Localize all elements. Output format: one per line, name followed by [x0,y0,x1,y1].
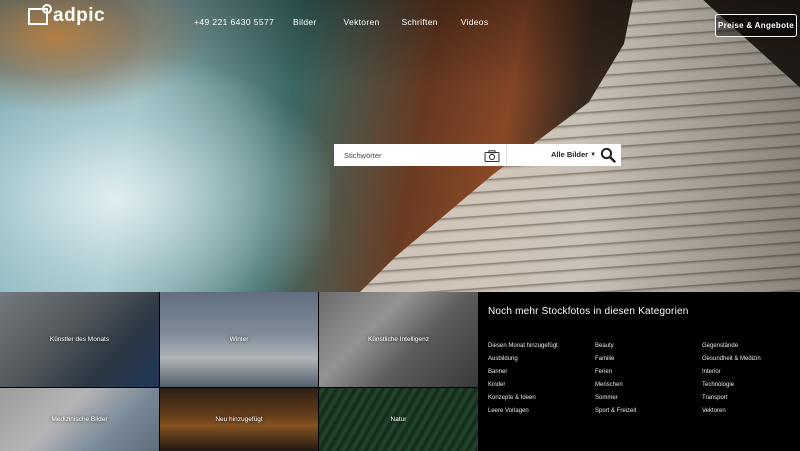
hero-banner: adpic +49 221 6430 5577 Bilder Vektoren … [0,0,800,292]
category-link[interactable]: Diesen Monat hinzugefügt [488,340,558,353]
category-link[interactable]: Ferien [595,366,636,379]
category-link[interactable]: Interior [702,366,761,379]
tile-nature[interactable]: Natur [319,388,478,451]
tile-artist-of-month[interactable]: Künstler des Monats [0,292,159,387]
phone-number[interactable]: +49 221 6430 5577 [194,17,274,27]
category-link[interactable]: Transport [702,392,761,405]
category-link[interactable]: Leere Vorlagen [488,405,558,418]
categories-title: Noch mehr Stockfotos in diesen Kategorie… [488,306,689,317]
category-column-2: Beauty Familie Ferien Menschen Sommer Sp… [595,340,636,418]
category-link[interactable]: Technologie [702,379,761,392]
category-link[interactable]: Gesundheit & Medizin [702,353,761,366]
category-link[interactable]: Vektoren [702,405,761,418]
category-link[interactable]: Menschen [595,379,636,392]
nav-vektoren[interactable]: Vektoren [344,17,380,27]
tile-medical-images[interactable]: Medizinische Bilder [0,388,159,451]
category-column-1: Diesen Monat hinzugefügt Ausbildung Bann… [488,340,558,418]
tile-artificial-intelligence[interactable]: Künstliche Intelligenz [319,292,478,387]
search-input[interactable] [334,144,478,166]
category-link[interactable]: Sommer [595,392,636,405]
tile-label: Künstliche Intelligenz [367,336,430,343]
logo[interactable]: adpic [28,3,106,27]
search-icon[interactable] [600,147,616,163]
image-type-label: Alle Bilder [551,150,589,159]
tile-label: Künstler des Monats [49,336,110,343]
category-link[interactable]: Gegenstände [702,340,761,353]
category-link[interactable]: Banner [488,366,558,379]
logo-icon [28,3,52,25]
category-link[interactable]: Beauty [595,340,636,353]
tile-label: Medizinische Bilder [51,416,108,423]
nav-videos[interactable]: Videos [461,17,489,27]
tile-label: Natur [390,416,407,423]
category-link[interactable]: Sport & Freizeit [595,405,636,418]
logo-text: adpic [53,5,106,26]
main-nav: Bilder Vektoren Schriften Videos [293,17,488,27]
tile-label: Neu hinzugefügt [215,416,263,423]
category-link[interactable]: Familie [595,353,636,366]
category-link[interactable]: Konzepte & Ideen [488,392,558,405]
nav-bilder[interactable]: Bilder [293,17,317,27]
tile-label: Winter [229,336,249,343]
caret-down-icon: ▼ [590,151,597,158]
camera-icon[interactable] [484,149,500,162]
category-link[interactable]: Ausbildung [488,353,558,366]
category-link[interactable]: Kinder [488,379,558,392]
category-tiles: Künstler des Monats Winter Künstliche In… [0,292,478,451]
search-divider [506,144,507,166]
more-categories-panel: Noch mehr Stockfotos in diesen Kategorie… [478,292,800,451]
tile-winter[interactable]: Winter [160,292,318,387]
category-column-3: Gegenstände Gesundheit & Medizin Interio… [702,340,761,418]
tile-newly-added[interactable]: Neu hinzugefügt [160,388,318,451]
nav-schriften[interactable]: Schriften [402,17,438,27]
pricing-button[interactable]: Preise & Angebote [715,14,797,37]
image-type-dropdown[interactable]: Alle Bilder ▼ [551,150,596,159]
search-bar: Alle Bilder ▼ [334,144,621,166]
